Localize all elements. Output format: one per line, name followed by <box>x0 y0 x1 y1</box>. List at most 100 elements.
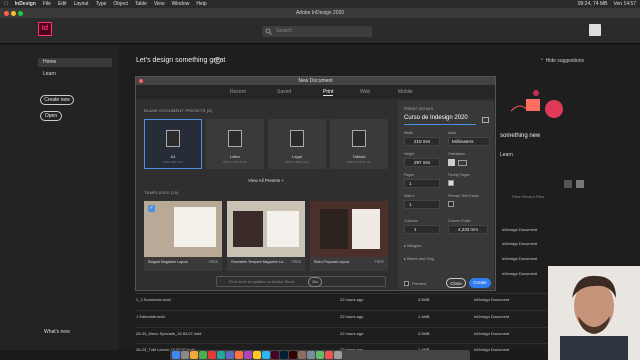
width-field[interactable]: 210 mm <box>404 137 440 146</box>
preset-tabloid[interactable]: Tabloid 279,4 x 431,8 mm <box>330 119 388 169</box>
preset-dims: 279,4 x 431,8 mm <box>346 160 371 164</box>
app-icon[interactable] <box>253 351 261 359</box>
trash-icon[interactable] <box>334 351 342 359</box>
document-icon <box>228 130 242 147</box>
template-price: FREE <box>208 260 218 264</box>
minimize-window-button[interactable] <box>11 11 16 16</box>
height-field[interactable]: 297 mm <box>404 158 440 167</box>
app-icon[interactable] <box>235 351 243 359</box>
account-avatar[interactable] <box>589 24 601 36</box>
finder-icon[interactable] <box>172 351 180 359</box>
pages-label: Pages <box>404 173 414 177</box>
close-window-button[interactable] <box>4 11 9 16</box>
app-icon[interactable] <box>262 351 270 359</box>
hide-suggestions-button[interactable]: ⌃ Hide suggestions <box>540 58 584 64</box>
preset-legal[interactable]: Legal 215,9 x 355,6 mm <box>268 119 326 169</box>
app-icon[interactable] <box>298 351 306 359</box>
menu-window[interactable]: Window <box>172 1 190 7</box>
menu-layout[interactable]: Layout <box>74 1 89 7</box>
bleed-section[interactable]: ▸ Bleed and Slug <box>404 256 434 261</box>
tab-print[interactable]: Print <box>323 89 334 96</box>
margins-label: Margins <box>407 243 422 248</box>
facing-pages-checkbox[interactable] <box>448 180 454 186</box>
start-field[interactable]: 1 <box>404 200 440 209</box>
grid-view-icon[interactable] <box>564 180 572 188</box>
file-type: InDesign Document <box>474 314 510 319</box>
photoshop-dock-icon[interactable] <box>280 351 288 359</box>
app-icon[interactable] <box>325 351 333 359</box>
pages-field[interactable]: 1 <box>404 179 440 188</box>
primary-frame-checkbox[interactable] <box>448 201 454 207</box>
list-view-icon[interactable] <box>576 180 584 188</box>
whats-new-link[interactable]: What's new <box>44 329 70 335</box>
file-time: 22 hours ago <box>340 314 364 319</box>
open-button[interactable]: Open <box>40 111 62 121</box>
magazine-page-graphic <box>320 209 348 249</box>
save-preset-icon[interactable] <box>482 117 489 123</box>
menu-view[interactable]: View <box>154 1 165 7</box>
window-title: Adobe InDesign 2020 <box>295 10 345 16</box>
document-name-input[interactable]: Curso de Indesign 2020 <box>404 115 476 125</box>
dialog-close-dot[interactable] <box>139 78 143 83</box>
app-icon[interactable] <box>190 351 198 359</box>
preset-letter[interactable]: Letter 215,9 x 279,4 mm <box>206 119 264 169</box>
tab-recent[interactable]: Recent <box>230 89 246 95</box>
file-type: InDesign Document <box>474 297 510 302</box>
start-label: Start # <box>404 194 415 198</box>
templates-heading: TEMPLATES (15) <box>144 190 179 195</box>
dialog-tabs: Recent Saved Print Web Mobile <box>136 85 495 99</box>
preset-name: Letter <box>229 154 241 159</box>
bg-learn-link[interactable]: Learn <box>500 152 513 158</box>
menu-table[interactable]: Table <box>135 1 147 7</box>
filter-recent-files[interactable]: Filter Recent Files <box>512 194 544 199</box>
menu-help[interactable]: Help <box>196 1 206 7</box>
template-card[interactable]: Geometric Tempore Magazine La... FREE <box>227 201 305 271</box>
preset-a4[interactable]: A4 210 x 297 mm <box>144 119 202 169</box>
app-icon[interactable] <box>199 351 207 359</box>
app-icon[interactable] <box>316 351 324 359</box>
portrait-orientation-icon[interactable] <box>448 159 455 166</box>
view-all-presets-link[interactable]: View All Presets + <box>248 178 284 183</box>
menubar:  InDesign File Edit Layout Type Object … <box>0 0 640 8</box>
app-icon[interactable] <box>208 351 216 359</box>
zoom-window-button[interactable] <box>18 11 23 16</box>
plus-icon: + <box>281 178 285 183</box>
illustrator-dock-icon[interactable] <box>289 351 297 359</box>
app-icon[interactable] <box>217 351 225 359</box>
menu-object[interactable]: Object <box>113 1 127 7</box>
find-templates-input[interactable]: Find more templates on Adobe Stock <box>216 276 386 287</box>
launchpad-icon[interactable] <box>181 351 189 359</box>
tab-mobile[interactable]: Mobile <box>398 89 413 95</box>
go-button[interactable]: Go <box>308 277 322 287</box>
app-icon[interactable] <box>307 351 315 359</box>
preview-checkbox[interactable] <box>404 281 409 286</box>
tab-web[interactable]: Web <box>360 89 370 95</box>
template-card[interactable]: Retro Proposal Layout FREE <box>310 201 388 271</box>
tab-saved[interactable]: Saved <box>277 89 291 95</box>
landscape-orientation-icon[interactable] <box>458 160 467 166</box>
create-button[interactable]: Create <box>469 278 491 288</box>
webcam-overlay <box>548 266 640 360</box>
create-new-button[interactable]: Create new <box>40 95 74 105</box>
apple-icon[interactable]:  <box>4 1 8 7</box>
sidebar-item-home[interactable]: Home <box>38 58 112 67</box>
template-card[interactable]: ✓ Elegant Magazine Layout FREE <box>144 201 222 271</box>
search-input[interactable]: Search <box>262 26 372 37</box>
gutter-field[interactable]: 4,233 mm <box>448 225 488 234</box>
sidebar-item-learn[interactable]: Learn <box>38 71 108 77</box>
app-icon[interactable] <box>226 351 234 359</box>
close-button[interactable]: Close <box>446 278 466 288</box>
menu-type[interactable]: Type <box>96 1 107 7</box>
menu-edit[interactable]: Edit <box>58 1 67 7</box>
info-icon[interactable]: i <box>214 57 221 64</box>
margins-section[interactable]: ▸ Margins <box>404 243 421 248</box>
facing-pages-label: Facing Pages <box>448 173 470 177</box>
checkmark-icon: ✓ <box>148 205 155 212</box>
presenter-video-graphic <box>548 266 640 360</box>
menu-file[interactable]: File <box>43 1 51 7</box>
menu-app[interactable]: InDesign <box>15 1 36 7</box>
indesign-dock-icon[interactable] <box>271 351 279 359</box>
columns-field[interactable]: 1 <box>404 225 440 234</box>
units-select[interactable]: Millimeters <box>448 137 490 146</box>
app-icon[interactable] <box>244 351 252 359</box>
